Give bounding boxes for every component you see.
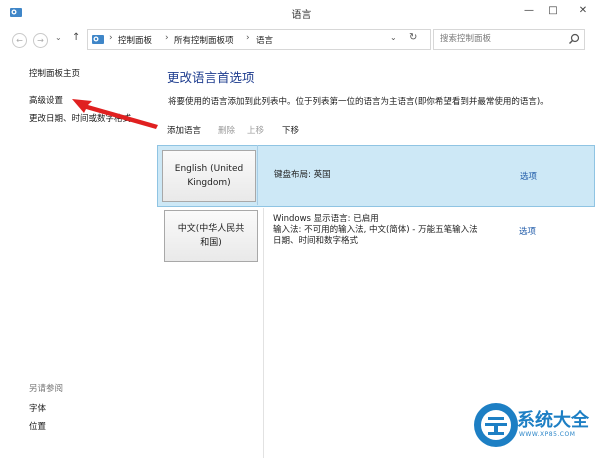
input-method-info: 输入法: 不可用的输入法, 中文(简体) - 万能五笔输入法 <box>273 225 478 235</box>
move-down-button[interactable]: 下移 <box>282 124 299 136</box>
breadcrumb-separator[interactable]: › <box>109 33 113 43</box>
maximize-button[interactable]: □ <box>543 2 563 20</box>
language-name: Kingdom) <box>187 178 231 188</box>
window-title: 语言 <box>291 10 312 21</box>
move-up-button[interactable]: 上移 <box>247 124 264 136</box>
annotation-arrow <box>72 99 158 129</box>
breadcrumb-control-panel[interactable]: 控制面板 <box>118 34 152 46</box>
main-content: 更改语言首选项 将要使用的语言添加到此列表中。位于列表第一位的语言为主语言(即你… <box>150 54 603 458</box>
breadcrumb-language[interactable]: 语言 <box>256 34 273 46</box>
sidebar-item-location[interactable]: 位置 <box>29 420 46 432</box>
language-tile[interactable]: English (United Kingdom) <box>162 150 256 202</box>
options-link[interactable]: 选项 <box>520 170 537 182</box>
back-button[interactable]: ← <box>12 33 27 48</box>
add-language-button[interactable]: 添加语言 <box>167 124 201 136</box>
watermark-url: WWW.XP85.COM <box>519 431 576 438</box>
column-divider <box>263 208 264 458</box>
sidebar-item-home[interactable]: 控制面板主页 <box>29 67 80 79</box>
search-box[interactable] <box>433 29 585 50</box>
breadcrumb-all-items[interactable]: 所有控制面板项 <box>174 34 234 46</box>
page-description: 将要使用的语言添加到此列表中。位于列表第一位的语言为主语言(即你希望看到并最常使… <box>168 97 549 107</box>
up-button[interactable]: ↑ <box>72 32 80 43</box>
close-button[interactable]: ✕ <box>570 2 596 20</box>
remove-button[interactable]: 删除 <box>218 124 235 136</box>
sidebar-item-advanced-settings[interactable]: 高级设置 <box>29 94 63 106</box>
language-name: English (United <box>174 164 244 174</box>
watermark-text: 系统大全 <box>517 410 589 431</box>
address-bar[interactable]: › 控制面板 › 所有控制面板项 › 语言 ⌄ ↻ <box>87 29 431 50</box>
breadcrumb-separator[interactable]: › <box>246 33 250 43</box>
see-also-heading: 另请参阅 <box>29 384 64 394</box>
column-divider <box>257 145 258 205</box>
format-info: 日期、时间和数字格式 <box>273 236 359 246</box>
language-tile[interactable]: 中文(中华人民共 和国) <box>164 210 258 262</box>
forward-button[interactable]: → <box>33 33 48 48</box>
language-name: 和国) <box>200 238 222 248</box>
display-language-info: Windows 显示语言: 已启用 <box>273 214 379 224</box>
navigation-bar: ← → ⌄ ↑ › 控制面板 › 所有控制面板项 › 语言 ⌄ ↻ <box>0 24 603 54</box>
search-input[interactable] <box>440 32 558 46</box>
recent-pages-dropdown[interactable]: ⌄ <box>55 33 62 42</box>
refresh-icon[interactable]: ↻ <box>409 32 417 43</box>
control-panel-icon <box>91 32 105 46</box>
title-bar: 语言 — □ ✕ <box>0 0 603 24</box>
page-title: 更改语言首选项 <box>167 70 255 85</box>
search-icon[interactable] <box>568 33 580 45</box>
options-link[interactable]: 选项 <box>519 225 536 237</box>
sidebar-item-fonts[interactable]: 字体 <box>29 402 46 414</box>
keyboard-layout-info: 键盘布局: 英国 <box>274 170 331 180</box>
minimize-button[interactable]: — <box>519 2 539 20</box>
breadcrumb-separator[interactable]: › <box>165 33 169 43</box>
language-row-english[interactable]: English (United Kingdom) 键盘布局: 英国 选项 <box>157 145 595 207</box>
address-dropdown-icon[interactable]: ⌄ <box>390 33 397 42</box>
language-name: 中文(中华人民共 <box>177 224 245 234</box>
